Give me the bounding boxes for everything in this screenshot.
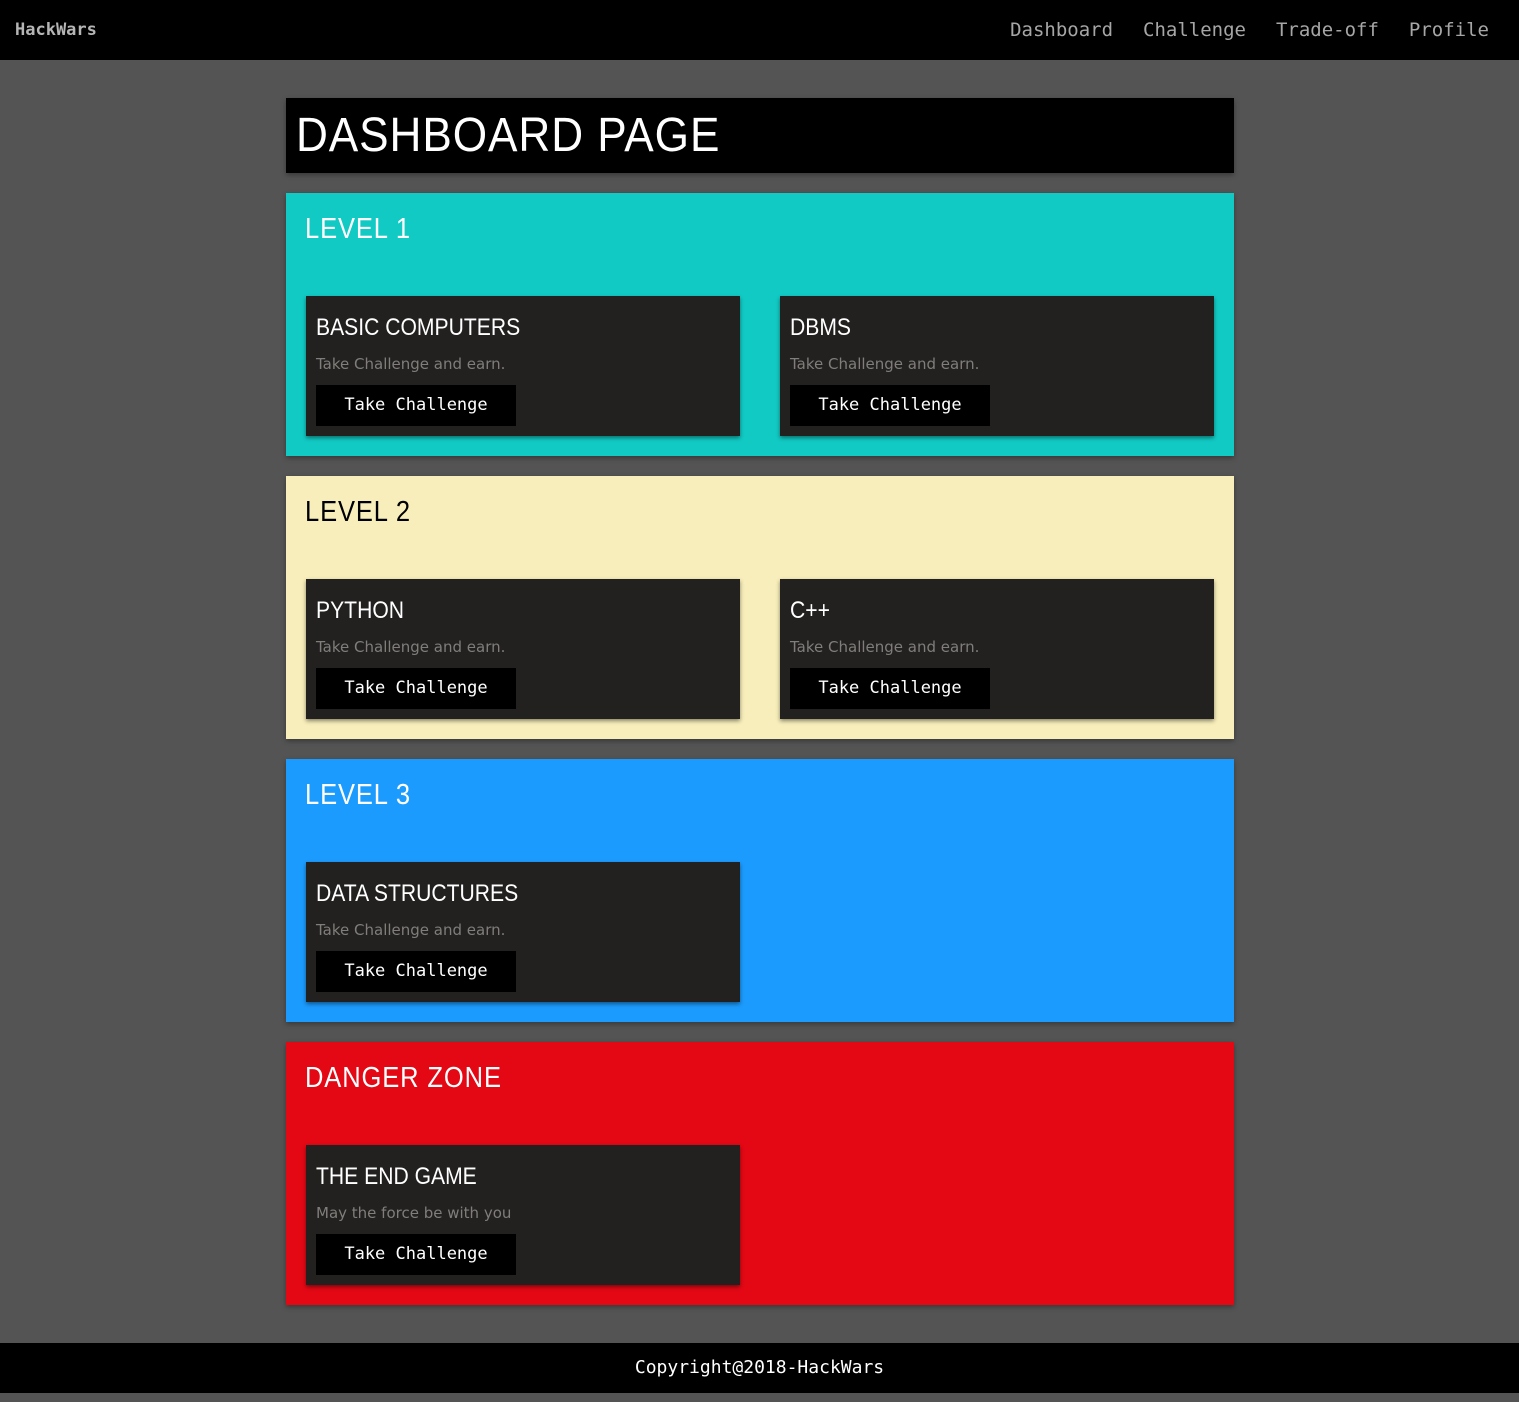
page-title: DASHBOARD PAGE: [296, 109, 721, 162]
level-title: LEVEL 1: [305, 213, 411, 245]
challenge-card-dbms: DBMS Take Challenge and earn. Take Chall…: [780, 296, 1214, 436]
card-description: Take Challenge and earn.: [316, 355, 506, 373]
main-content: DASHBOARD PAGE LEVEL 1 BASIC COMPUTERS T…: [286, 98, 1234, 1325]
take-challenge-button[interactable]: Take Challenge: [316, 385, 516, 426]
level-section-1: LEVEL 1 BASIC COMPUTERS Take Challenge a…: [286, 193, 1234, 456]
take-challenge-button[interactable]: Take Challenge: [316, 668, 516, 709]
footer: Copyright@2018-HackWars: [0, 1343, 1519, 1393]
card-description: May the force be with you: [316, 1204, 512, 1222]
card-description: Take Challenge and earn.: [790, 638, 980, 656]
brand-logo[interactable]: HackWars: [15, 18, 97, 42]
nav-links: Dashboard Challenge Trade-off Profile: [1010, 17, 1489, 43]
card-title: C++: [790, 597, 830, 624]
card-title: BASIC COMPUTERS: [316, 314, 521, 341]
level-section-danger-zone: DANGER ZONE THE END GAME May the force b…: [286, 1042, 1234, 1305]
card-title: DBMS: [790, 314, 852, 341]
nav-link-dashboard[interactable]: Dashboard: [1010, 17, 1113, 43]
challenge-card-basic-computers: BASIC COMPUTERS Take Challenge and earn.…: [306, 296, 740, 436]
card-description: Take Challenge and earn.: [790, 355, 980, 373]
card-description: Take Challenge and earn.: [316, 921, 506, 939]
page-title-banner: DASHBOARD PAGE: [286, 98, 1234, 173]
challenge-card-end-game: THE END GAME May the force be with you T…: [306, 1145, 740, 1285]
challenge-card-data-structures: DATA STRUCTURES Take Challenge and earn.…: [306, 862, 740, 1002]
nav-link-profile[interactable]: Profile: [1409, 17, 1489, 43]
take-challenge-button[interactable]: Take Challenge: [790, 385, 990, 426]
navbar: HackWars Dashboard Challenge Trade-off P…: [0, 0, 1519, 60]
challenge-card-cpp: C++ Take Challenge and earn. Take Challe…: [780, 579, 1214, 719]
level-section-3: LEVEL 3 DATA STRUCTURES Take Challenge a…: [286, 759, 1234, 1022]
card-title: DATA STRUCTURES: [316, 880, 519, 907]
level-title: DANGER ZONE: [305, 1062, 502, 1094]
card-description: Take Challenge and earn.: [316, 638, 506, 656]
take-challenge-button[interactable]: Take Challenge: [316, 1234, 516, 1275]
level-title: LEVEL 3: [305, 779, 411, 811]
level-title: LEVEL 2: [305, 496, 411, 528]
challenge-card-python: PYTHON Take Challenge and earn. Take Cha…: [306, 579, 740, 719]
take-challenge-button[interactable]: Take Challenge: [316, 951, 516, 992]
nav-link-trade-off[interactable]: Trade-off: [1276, 17, 1379, 43]
take-challenge-button[interactable]: Take Challenge: [790, 668, 990, 709]
copyright-text: Copyright@2018-HackWars: [634, 1357, 885, 1378]
card-title: THE END GAME: [316, 1163, 477, 1190]
nav-link-challenge[interactable]: Challenge: [1143, 17, 1246, 43]
level-section-2: LEVEL 2 PYTHON Take Challenge and earn. …: [286, 476, 1234, 739]
card-title: PYTHON: [316, 597, 405, 624]
